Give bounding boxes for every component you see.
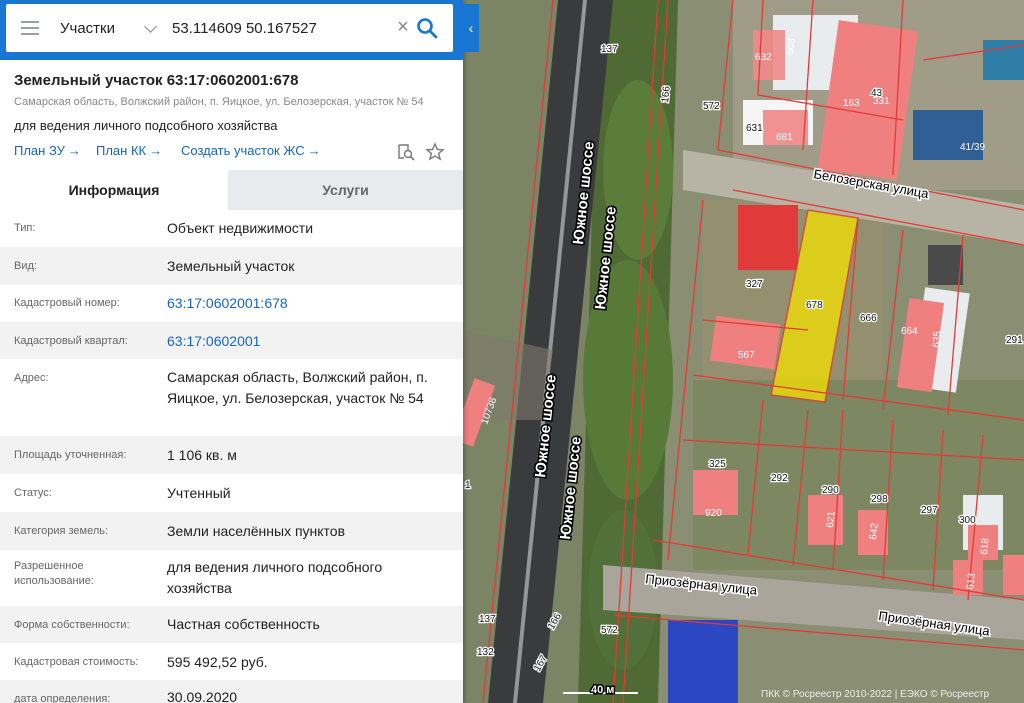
row-label: Вид: <box>14 260 37 272</box>
parcel-purpose: для ведения личного подсобного хозяйства <box>14 118 278 133</box>
page-title: Земельный участок 63:17:0602001:678 <box>14 72 299 89</box>
row-label: Площадь уточненная: <box>14 449 127 461</box>
row-value: для ведения личного подсобного хозяйства <box>167 559 383 596</box>
plot-number: 137 <box>479 614 496 625</box>
map-copyright: ПКК © Росреестр 2010-2022 | ЕЭКО © Росре… <box>761 689 989 700</box>
row-label: Кадастровый номер: <box>14 297 120 309</box>
row-value: Объект недвижимости <box>167 220 314 236</box>
row-label: Категория земель: <box>14 525 109 537</box>
plot-number: 567 <box>738 350 755 361</box>
info-row-type: Тип: Объект недвижимости <box>0 210 463 247</box>
plot-number: 642 <box>868 522 881 540</box>
plot-number: 613 <box>965 572 978 590</box>
top-bar: Участки 53.114609 50.167527 × <box>0 0 463 60</box>
plot-number: 41/39 <box>960 142 985 153</box>
plot-number: 664 <box>901 326 918 337</box>
row-value: 1 106 кв. м <box>167 447 237 463</box>
layer-select[interactable]: Участки <box>60 20 115 37</box>
row-label: Адрес: <box>14 372 49 384</box>
row-value: 30.09.2020 <box>167 689 238 703</box>
info-row-cadastral-value: Кадастровая стоимость: 595 492,52 руб. <box>0 643 463 680</box>
plot-number: 1 <box>465 480 471 491</box>
row-label: Форма собственности: <box>14 619 130 631</box>
info-row-address: Адрес: Самарская область, Волжский район… <box>0 359 463 436</box>
row-value: Земли населённых пунктов <box>167 523 346 539</box>
info-panel: Участки 53.114609 50.167527 × Земельный … <box>0 0 463 703</box>
menu-icon[interactable] <box>21 21 39 35</box>
map-canvas[interactable]: Южное шоссе Южное шоссе Южное шоссе Южно… <box>463 0 1024 703</box>
search-box[interactable]: Участки 53.114609 50.167527 × <box>6 4 453 52</box>
tabs: Информация Услуги <box>0 170 463 210</box>
plot-number: 331 <box>873 96 890 107</box>
info-row-cadastral-number: Кадастровый номер: 63:17:0602001:678 <box>0 285 463 322</box>
plot-number: 290 <box>822 485 839 496</box>
collapse-panel-button[interactable]: ‹ <box>463 4 479 52</box>
chevron-down-icon[interactable] <box>144 20 157 33</box>
tab-services[interactable]: Услуги <box>228 170 463 210</box>
plot-number: 572 <box>601 625 618 636</box>
plot-number: 132 <box>477 647 494 658</box>
info-row-kind: Вид: Земельный участок <box>0 247 463 285</box>
plot-number: 621 <box>825 510 838 528</box>
document-search-icon[interactable] <box>396 142 416 162</box>
plot-number: 632 <box>755 52 772 63</box>
parcel-address: Самарская область, Волжский район, п. Яи… <box>14 96 424 108</box>
cadastral-quarter-link[interactable]: 63:17:0602001 <box>167 331 447 352</box>
plot-number: 291 <box>1006 335 1023 346</box>
row-label: дата определения: <box>14 693 111 703</box>
plot-number: 920 <box>705 508 722 519</box>
plan-kk-link[interactable]: План КК → <box>96 143 162 158</box>
plot-number: 325 <box>709 459 726 470</box>
plan-zu-link[interactable]: План ЗУ → <box>14 143 81 158</box>
info-row-area: Площадь уточненная: 1 106 кв. м <box>0 436 463 474</box>
plot-number: 297 <box>921 505 938 516</box>
create-zhs-link[interactable]: Создать участок ЖС → <box>181 143 321 158</box>
info-row-ownership: Форма собственности: Частная собственнос… <box>0 606 463 643</box>
plot-number: 681 <box>776 132 793 143</box>
plot-number: 635 <box>931 330 944 348</box>
row-value: Частная собственность <box>167 616 320 632</box>
row-value: Самарская область, Волжский район, п. Яи… <box>167 369 428 406</box>
row-label: Статус: <box>14 487 52 499</box>
info-row-valuation-date: дата определения: 30.09.2020 <box>0 680 463 703</box>
tab-info[interactable]: Информация <box>0 170 228 210</box>
info-row-cadastral-quarter: Кадастровый квартал: 63:17:0602001 <box>0 322 463 359</box>
row-value: Учтенный <box>167 485 231 501</box>
cadastral-map[interactable]: Южное шоссе Южное шоссе Южное шоссе Южно… <box>463 0 1024 703</box>
row-label: Кадастровый квартал: <box>14 335 128 347</box>
plot-number: 666 <box>860 313 877 324</box>
plot-number: 678 <box>806 300 823 311</box>
info-row-status: Статус: Учтенный <box>0 474 463 512</box>
search-icon[interactable] <box>415 16 439 40</box>
plot-number: 603 <box>785 37 798 55</box>
plot-number: 298 <box>871 494 888 505</box>
plot-number: 631 <box>746 123 763 134</box>
info-row-land-category: Категория земель: Земли населённых пункт… <box>0 512 463 550</box>
row-label: Кадастровая стоимость: <box>14 656 139 668</box>
cadastral-number-link[interactable]: 63:17:0602001:678 <box>167 293 447 314</box>
plot-number: 292 <box>771 473 788 484</box>
plot-number: 300 <box>959 515 976 526</box>
row-label: Тип: <box>14 222 36 234</box>
plot-number: 618 <box>979 537 992 555</box>
plot-number: 327 <box>746 279 763 290</box>
plot-number: 163 <box>843 98 860 109</box>
map-scale: 40 м <box>591 684 614 696</box>
search-input[interactable]: 53.114609 50.167527 <box>172 20 317 37</box>
info-row-permitted-use: Разрешенное использование: для ведения л… <box>0 550 463 606</box>
close-icon[interactable]: × <box>394 17 412 37</box>
plot-number: 166 <box>660 85 673 103</box>
row-value: 595 492,52 руб. <box>167 654 268 670</box>
plot-number: 137 <box>601 44 618 55</box>
row-label: Разрешенное использование: <box>14 560 94 587</box>
star-icon[interactable] <box>425 142 445 162</box>
plot-number: 572 <box>703 101 720 112</box>
row-value: Земельный участок <box>167 258 295 274</box>
